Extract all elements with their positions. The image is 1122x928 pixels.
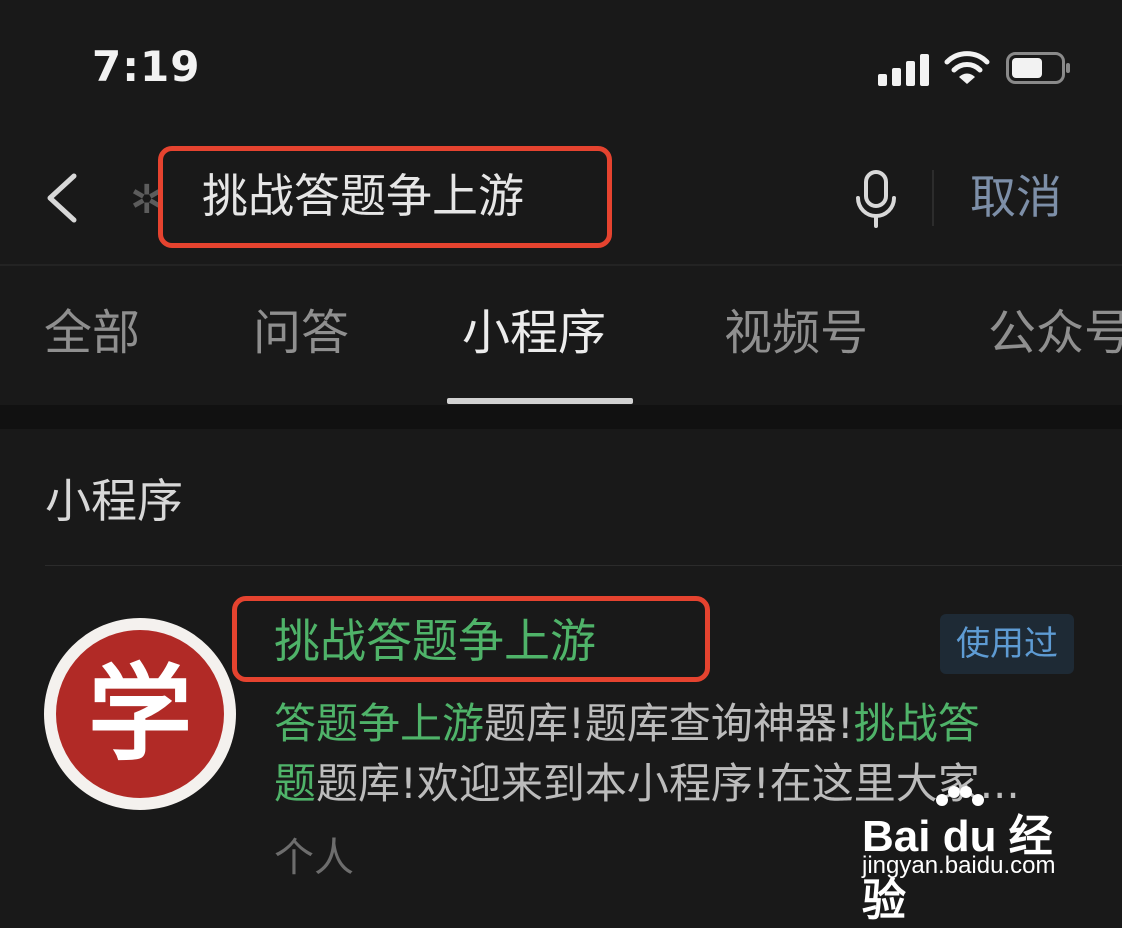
back-arrow-icon[interactable] bbox=[44, 172, 80, 224]
active-tab-indicator bbox=[447, 398, 633, 404]
section-title: 小程序 bbox=[45, 474, 183, 528]
tab-qa[interactable]: 问答 bbox=[253, 302, 349, 364]
tab-channels[interactable]: 视频号 bbox=[724, 302, 868, 364]
owner-type: 个人 bbox=[274, 835, 354, 881]
search-input[interactable]: 挑战答题争上游 bbox=[202, 166, 524, 226]
section-divider bbox=[45, 565, 1122, 566]
cellular-signal-icon bbox=[878, 54, 930, 86]
logo-character: 学 bbox=[87, 652, 192, 775]
header-divider bbox=[0, 264, 1122, 266]
section-separator bbox=[0, 405, 1122, 429]
tab-mini-program[interactable]: 小程序 bbox=[462, 302, 606, 364]
used-badge: 使用过 bbox=[940, 614, 1074, 674]
baidu-jingyan-watermark: Bai du 经验 jingyan.baidu.com bbox=[862, 786, 1072, 925]
battery-icon bbox=[1006, 52, 1070, 84]
cancel-button[interactable]: 取消 bbox=[970, 166, 1062, 228]
tab-all[interactable]: 全部 bbox=[44, 302, 140, 364]
description-line-1: 答题争上游题库!题库查询神器!挑战答 bbox=[274, 699, 980, 748]
status-time: 7:19 bbox=[92, 42, 201, 91]
microphone-icon[interactable] bbox=[854, 170, 898, 228]
result-title[interactable]: 挑战答题争上游 bbox=[274, 608, 596, 674]
mini-program-logo[interactable]: 学 bbox=[44, 618, 236, 810]
tab-official-accounts[interactable]: 公众号 bbox=[988, 302, 1122, 364]
wifi-icon bbox=[944, 51, 990, 84]
search-divider bbox=[932, 170, 934, 226]
